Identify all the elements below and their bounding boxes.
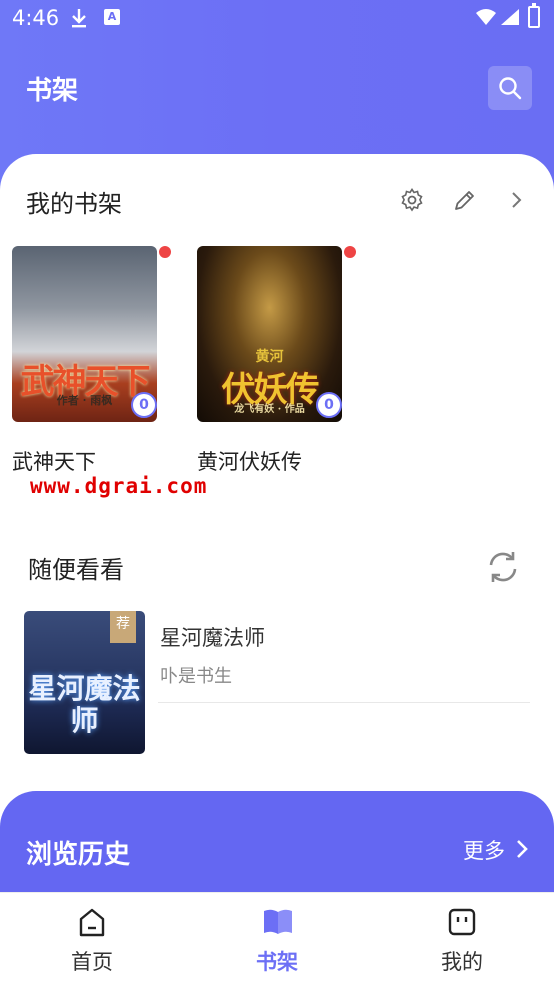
history-more-link[interactable]: 更多 (463, 835, 505, 865)
wifi-icon (475, 8, 497, 30)
download-icon (70, 7, 88, 33)
app-notification-icon: A (104, 9, 120, 25)
page-title: 书架 (26, 76, 79, 106)
status-time: 4:46 (12, 6, 60, 30)
battery-icon (528, 3, 540, 28)
settings-gear-icon[interactable] (400, 188, 424, 216)
unread-count-badge: 0 (316, 392, 342, 418)
recommended-book-cover[interactable]: 荐 星河魔法师 (24, 611, 145, 754)
divider (158, 702, 530, 703)
tab-home[interactable]: 首页 (32, 892, 152, 984)
my-shelf-heading: 我的书架 (26, 190, 122, 218)
tab-label: 首页 (71, 950, 113, 974)
tab-bookshelf[interactable]: 书架 (217, 892, 337, 984)
tab-profile[interactable]: 我的 (402, 892, 522, 984)
home-icon (78, 908, 106, 942)
status-bar: 4:46 A (0, 0, 554, 38)
recommended-book-author: 卟是书生 (160, 666, 232, 687)
search-button[interactable] (488, 66, 532, 110)
shelf-more-chevron-icon[interactable] (510, 190, 524, 214)
profile-icon (448, 908, 476, 940)
chevron-right-icon[interactable] (515, 838, 529, 864)
recommend-tag: 荐 (110, 611, 136, 643)
refresh-icon[interactable] (484, 548, 522, 590)
bookshelf-icon (263, 908, 293, 940)
update-dot (344, 246, 356, 258)
book-title[interactable]: 武神天下 (12, 446, 96, 476)
tab-label: 书架 (256, 950, 298, 974)
cover-title: 星河魔法师 (28, 672, 141, 737)
book-title[interactable]: 黄河伏妖传 (197, 446, 302, 476)
unread-count-badge: 0 (131, 392, 157, 418)
update-dot (159, 246, 171, 258)
recommended-book-title[interactable]: 星河魔法师 (160, 622, 265, 652)
watermark-text: www.dgrai.com (30, 474, 208, 498)
search-icon (499, 77, 522, 100)
edit-pencil-icon[interactable] (453, 188, 477, 216)
random-picks-heading: 随便看看 (28, 556, 124, 584)
history-title: 浏览历史 (26, 840, 131, 870)
signal-icon (500, 8, 520, 30)
tab-label: 我的 (441, 950, 483, 974)
